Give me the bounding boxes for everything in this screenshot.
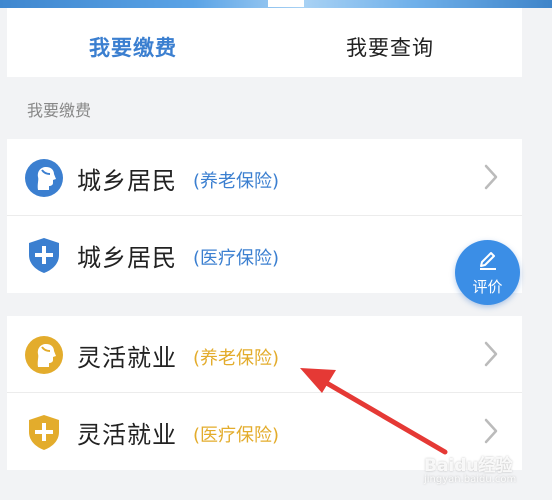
watermark-url: jingyan.baidu.com xyxy=(424,474,517,485)
tab-pay[interactable]: 我要缴费 xyxy=(89,32,177,62)
item-title: 灵活就业 xyxy=(77,421,177,449)
item-title: 城乡居民 xyxy=(77,167,177,195)
item-subtitle: (医疗保险) xyxy=(193,248,280,269)
person-profile-icon xyxy=(25,159,63,197)
chevron-right-icon xyxy=(484,164,498,190)
item-subtitle: (养老保险) xyxy=(193,171,280,192)
tab-query[interactable]: 我要查询 xyxy=(346,32,434,62)
flexible-employment-card: 灵活就业 (养老保险) 灵活就业 (医疗保险) xyxy=(7,316,522,470)
chevron-right-icon xyxy=(484,341,498,367)
chevron-right-icon xyxy=(484,418,498,444)
pen-icon xyxy=(480,252,496,270)
item-subtitle: (医疗保险) xyxy=(193,425,280,446)
list-item-urban-pension[interactable]: 城乡居民 (养老保险) xyxy=(7,139,522,216)
medical-shield-icon xyxy=(25,413,63,451)
evaluate-label: 评价 xyxy=(472,278,503,296)
tab-bar: 我要缴费 我要查询 xyxy=(7,8,522,77)
urban-rural-card: 城乡居民 (养老保险) 城乡居民 (医疗保险) xyxy=(7,139,522,293)
item-subtitle: (养老保险) xyxy=(193,348,280,369)
watermark-logo: Baidu经验 xyxy=(424,456,513,476)
medical-shield-icon xyxy=(25,236,63,274)
section-title: 我要缴费 xyxy=(27,101,92,120)
list-item-flexible-pension[interactable]: 灵活就业 (养老保险) xyxy=(7,316,522,393)
banner-indicator xyxy=(268,0,304,7)
item-title: 灵活就业 xyxy=(77,344,177,372)
list-item-urban-medical[interactable]: 城乡居民 (医疗保险) xyxy=(7,216,522,293)
item-title: 城乡居民 xyxy=(77,244,177,272)
evaluate-button[interactable]: 评价 xyxy=(455,240,520,305)
person-profile-icon xyxy=(25,336,63,374)
